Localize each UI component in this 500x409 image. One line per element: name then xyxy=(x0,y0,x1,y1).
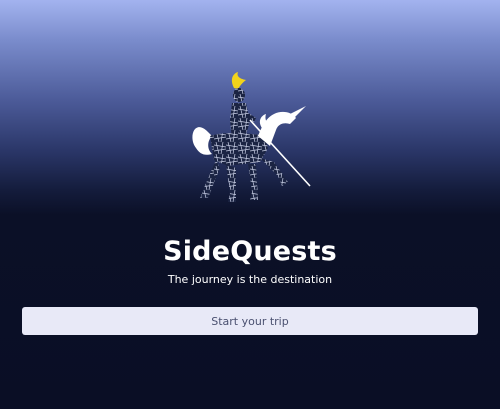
app-tagline: The journey is the destination xyxy=(167,273,333,286)
app-logo xyxy=(178,70,318,205)
start-trip-input[interactable] xyxy=(22,307,478,335)
knight-on-unicorn-icon xyxy=(192,72,311,202)
app-title: SideQuests xyxy=(163,236,337,267)
